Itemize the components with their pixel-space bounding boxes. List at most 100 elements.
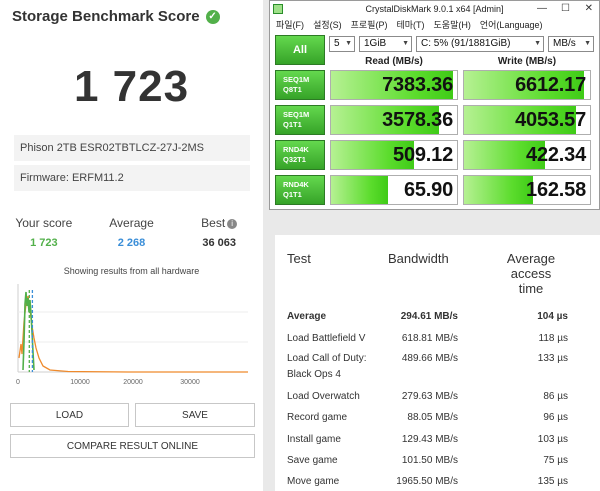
- chevron-down-icon: ▼: [345, 40, 352, 47]
- row-access: 133 µs: [537, 353, 568, 364]
- test-name: RND4K: [283, 145, 309, 154]
- menu-settings[interactable]: 설정(S): [313, 18, 342, 31]
- score-header: Storage Benchmark Score ✓: [12, 8, 220, 25]
- unit-select[interactable]: MB/s ▼: [548, 36, 594, 52]
- results-table: Test Bandwidth Average access time Avera…: [275, 235, 600, 491]
- firmware-version: Firmware: ERFM11.2: [14, 165, 250, 191]
- stat-label: Average: [109, 216, 154, 230]
- stat-value: 36 063: [202, 237, 236, 249]
- close-icon[interactable]: ✕: [585, 3, 593, 14]
- row-bandwidth: 618.81 MB/s: [401, 333, 458, 344]
- row-test: Load Overwatch: [287, 391, 360, 402]
- size-select[interactable]: 1GiB ▼: [359, 36, 412, 52]
- save-button[interactable]: SAVE: [135, 403, 255, 427]
- stat-label: Best: [201, 216, 226, 230]
- test-params: Q32T1: [283, 155, 306, 164]
- crystaldiskmark-window: CrystalDiskMark 9.0.1 x64 [Admin] — ☐ ✕ …: [269, 0, 600, 210]
- read-value: 65.90: [403, 179, 453, 201]
- read-result: 509.12: [330, 140, 458, 170]
- score-title: Storage Benchmark Score: [12, 8, 200, 25]
- row-bandwidth: 129.43 MB/s: [401, 434, 458, 445]
- x-tick-label: 0: [16, 379, 20, 386]
- test-seq1m-q8t1-button[interactable]: SEQ1M Q8T1: [275, 70, 325, 100]
- minimize-icon[interactable]: —: [537, 3, 547, 14]
- header-access-line: access: [510, 266, 552, 281]
- row-access: 104 µs: [537, 311, 568, 322]
- read-result: 65.90: [330, 175, 458, 205]
- x-tick-label: 10000: [70, 379, 90, 386]
- drive-value: C: 5% (91/1881GiB): [421, 38, 511, 49]
- row-access: 118 µs: [538, 333, 568, 344]
- read-result: 7383.36: [330, 70, 458, 100]
- row-bandwidth: 294.61 MB/s: [400, 311, 458, 322]
- write-result: 422.34: [463, 140, 591, 170]
- read-value: 3578.36: [382, 109, 453, 131]
- size-value: 1GiB: [364, 38, 387, 49]
- read-value: 509.12: [393, 144, 453, 166]
- showing-results-text: Showing results from all hardware: [63, 266, 200, 276]
- row-test: Install game: [287, 434, 341, 445]
- write-header: Write (MB/s): [497, 56, 557, 67]
- menu-theme[interactable]: 테마(T): [396, 18, 424, 31]
- compare-online-button[interactable]: COMPARE RESULT ONLINE: [10, 434, 255, 458]
- score-panel: Storage Benchmark Score ✓ 1 723 Phison 2…: [0, 0, 263, 491]
- drive-select[interactable]: C: 5% (91/1881GiB) ▼: [416, 36, 544, 52]
- run-all-button[interactable]: All: [275, 35, 325, 65]
- window-titlebar[interactable]: CrystalDiskMark 9.0.1 x64 [Admin] — ☐ ✕: [270, 1, 599, 17]
- write-bar: [464, 176, 534, 204]
- chevron-down-icon: ▼: [584, 40, 591, 47]
- write-value: 6612.17: [515, 74, 586, 96]
- write-value: 4053.57: [515, 109, 586, 131]
- header-access-line: Average: [506, 251, 556, 266]
- big-score: 1 723: [73, 62, 190, 111]
- menu-language[interactable]: 언어(Language): [480, 18, 543, 31]
- test-params: Q1T1: [283, 120, 302, 129]
- row-access: 86 µs: [543, 391, 568, 402]
- drive-name: Phison 2TB ESR02TBTLCZ-27J-2MS: [14, 135, 250, 161]
- header-access-time: Average access time: [493, 251, 569, 296]
- histogram-axes: [17, 284, 248, 373]
- check-icon: ✓: [205, 9, 220, 24]
- menu-profile[interactable]: 프로필(P): [351, 18, 388, 31]
- info-icon[interactable]: i: [227, 218, 238, 229]
- test-seq1m-q1t1-button[interactable]: SEQ1M Q1T1: [275, 105, 325, 135]
- test-rnd4k-q32t1-button[interactable]: RND4K Q32T1: [275, 140, 325, 170]
- test-name: RND4K: [283, 180, 309, 189]
- row-test: Move game: [287, 476, 340, 487]
- score-histogram: 0 10000 20000 30000: [16, 284, 248, 386]
- unit-value: MB/s: [553, 38, 576, 49]
- window-title: CrystalDiskMark 9.0.1 x64 [Admin]: [365, 4, 504, 14]
- app-icon: [273, 4, 283, 14]
- read-result: 3578.36: [330, 105, 458, 135]
- read-bar: [331, 176, 388, 204]
- test-params: Q8T1: [283, 85, 302, 94]
- chevron-down-icon: ▼: [534, 40, 541, 47]
- stat-your-score: Your score 1 723: [0, 208, 88, 258]
- header-access-line: time: [518, 281, 544, 296]
- menu-help[interactable]: 도움말(H): [434, 18, 471, 31]
- maximize-icon[interactable]: ☐: [561, 3, 570, 14]
- row-bandwidth: 101.50 MB/s: [401, 455, 458, 466]
- stat-label: Your score: [15, 216, 73, 230]
- x-tick-label: 20000: [123, 379, 143, 386]
- count-select[interactable]: 5 ▼: [329, 36, 355, 52]
- row-test: Save game: [287, 455, 338, 466]
- load-button[interactable]: LOAD: [10, 403, 129, 427]
- header-test: Test: [287, 251, 311, 266]
- row-access: 96 µs: [543, 412, 568, 423]
- row-test: Load Call of Duty:: [287, 353, 367, 364]
- menu-bar: 파일(F) 설정(S) 프로필(P) 테마(T) 도움말(H) 언어(Langu…: [270, 17, 599, 31]
- score-stats: Your score 1 723 Average 2 268 Best i 36 …: [0, 208, 263, 258]
- test-rnd4k-q1t1-button[interactable]: RND4K Q1T1: [275, 175, 325, 205]
- row-test: Average: [287, 311, 327, 322]
- stat-value: 2 268: [117, 237, 146, 249]
- count-value: 5: [334, 38, 340, 49]
- menu-file[interactable]: 파일(F): [276, 18, 304, 31]
- test-name: SEQ1M: [283, 110, 310, 119]
- x-tick-label: 30000: [180, 379, 200, 386]
- row-bandwidth: 1965.50 MB/s: [396, 476, 458, 487]
- row-test-continued: Black Ops 4: [287, 369, 341, 380]
- write-result: 6612.17: [463, 70, 591, 100]
- write-result: 4053.57: [463, 105, 591, 135]
- row-access: 135 µs: [537, 476, 568, 487]
